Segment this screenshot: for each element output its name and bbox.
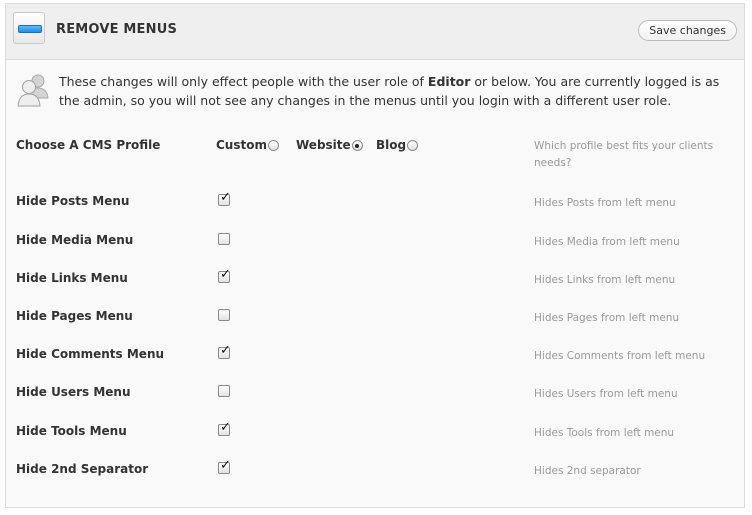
radio-blog[interactable] xyxy=(407,140,419,151)
radio-custom[interactable] xyxy=(267,140,279,151)
save-changes-button[interactable]: Save changes xyxy=(638,20,737,41)
profile-row: Choose A CMS Profile Custom Website Blog… xyxy=(6,138,744,169)
checkmark-icon: ✓ xyxy=(220,458,231,473)
profile-help: Which profile best fits your clients nee… xyxy=(534,140,714,169)
menu-row-tools: Hide Tools Menu ✓ Hides Tools from left … xyxy=(6,420,744,444)
remove-menus-panel: REMOVE MENUS Save changes These changes … xyxy=(5,3,745,508)
notice-text: These changes will only effect people wi… xyxy=(59,74,720,108)
menu-label: Hide Media Menu xyxy=(16,233,134,247)
menu-bar-icon xyxy=(13,12,45,44)
hide-comments-checkbox[interactable]: ✓ xyxy=(218,343,231,359)
users-icon xyxy=(17,74,49,107)
menu-help: Hides Links from left menu xyxy=(534,274,676,286)
panel-header: REMOVE MENUS Save changes xyxy=(6,4,744,60)
menu-label: Hide 2nd Separator xyxy=(16,462,149,476)
menu-label: Hide Comments Menu xyxy=(16,347,165,361)
checkmark-icon: ✓ xyxy=(220,190,231,205)
radio-option-website[interactable]: Website xyxy=(296,138,363,152)
menu-label: Hide Posts Menu xyxy=(16,194,130,208)
radio-option-blog[interactable]: Blog xyxy=(376,138,419,152)
hide-pages-checkbox[interactable] xyxy=(218,309,230,321)
hide-media-checkbox[interactable] xyxy=(218,233,230,245)
menu-help: Hides Comments from left menu xyxy=(534,350,706,362)
menu-help: Hides Posts from left menu xyxy=(534,197,676,209)
hide-users-checkbox[interactable] xyxy=(218,385,230,397)
panel-title: REMOVE MENUS xyxy=(56,22,178,37)
checkmark-icon: ✓ xyxy=(220,420,231,435)
menu-help: Hides 2nd separator xyxy=(534,465,641,477)
menu-label: Hide Tools Menu xyxy=(16,424,127,438)
menu-row-users: Hide Users Menu Hides Users from left me… xyxy=(6,385,744,405)
menu-help: Hides Media from left menu xyxy=(534,236,680,248)
menu-row-pages: Hide Pages Menu Hides Pages from left me… xyxy=(6,309,744,329)
hide-tools-checkbox[interactable]: ✓ xyxy=(218,420,231,436)
radio-website[interactable] xyxy=(351,140,363,151)
menu-row-posts: Hide Posts Menu ✓ Hides Posts from left … xyxy=(6,190,744,214)
hide-posts-checkbox[interactable]: ✓ xyxy=(218,190,231,206)
menu-row-links: Hide Links Menu ✓ Hides Links from left … xyxy=(6,267,744,291)
profile-label: Choose A CMS Profile xyxy=(16,138,161,152)
menu-help: Hides Tools from left menu xyxy=(534,427,675,439)
checkmark-icon: ✓ xyxy=(220,267,231,282)
menu-label: Hide Links Menu xyxy=(16,271,128,285)
radio-option-custom[interactable]: Custom xyxy=(216,138,279,152)
menu-help: Hides Users from left menu xyxy=(534,388,678,400)
role-name: Editor xyxy=(427,74,471,89)
menu-label: Hide Users Menu xyxy=(16,385,131,399)
menu-row-comments: Hide Comments Menu ✓ Hides Comments from… xyxy=(6,343,744,367)
hide-links-checkbox[interactable]: ✓ xyxy=(218,267,231,283)
hide-2nd-separator-checkbox[interactable]: ✓ xyxy=(218,458,231,474)
menu-help: Hides Pages from left menu xyxy=(534,312,680,324)
menu-row-media: Hide Media Menu Hides Media from left me… xyxy=(6,233,744,253)
menu-row-separator: Hide 2nd Separator ✓ Hides 2nd separator xyxy=(6,458,744,482)
checkmark-icon: ✓ xyxy=(220,343,231,358)
menu-label: Hide Pages Menu xyxy=(16,309,133,323)
